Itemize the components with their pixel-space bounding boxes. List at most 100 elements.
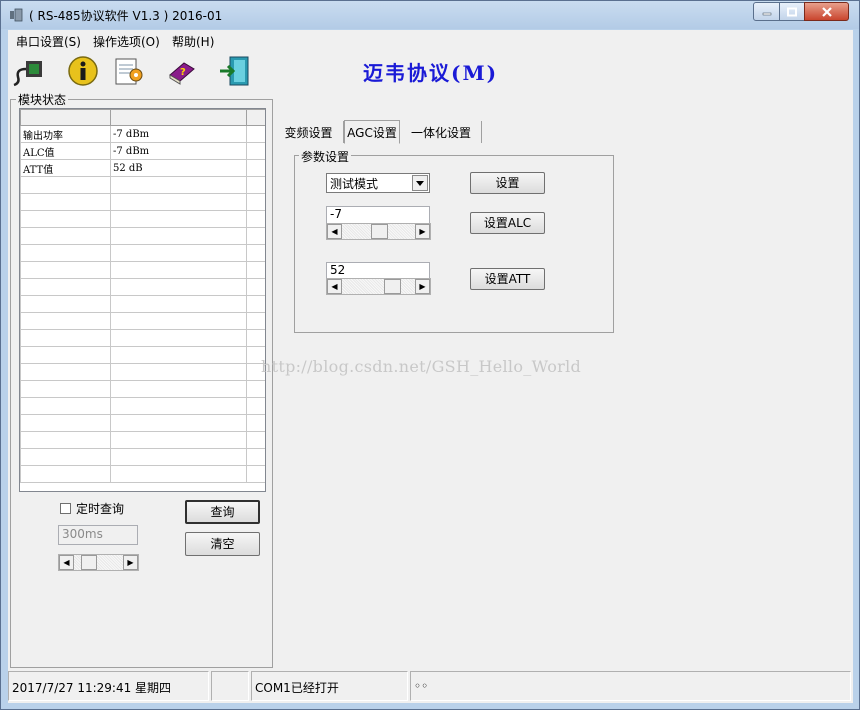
table-row[interactable]: [20, 346, 265, 364]
info-icon[interactable]: [66, 55, 100, 87]
att-scroll-thumb[interactable]: [384, 279, 401, 294]
scroll-right-icon[interactable]: ▶: [415, 279, 430, 294]
status-extra-cell: [246, 295, 265, 313]
client-area: 串口设置(S) 操作选项(O) 帮助(H) ? 迈韦协议(M) 模块状态 输出功…: [8, 30, 853, 703]
mode-select-value: 测试模式: [330, 177, 379, 191]
scroll-right-icon[interactable]: ▶: [415, 224, 430, 239]
status-datetime: 2017/7/27 11:29:41 星期四: [8, 671, 209, 701]
title-bar[interactable]: ( RS-485协议软件 V1.3 ) 2016-01: [1, 1, 859, 29]
status-name-cell: [20, 346, 111, 364]
grid-header-cell: [110, 109, 247, 126]
status-name-cell: [20, 295, 111, 313]
table-row[interactable]: [20, 176, 265, 194]
menu-help[interactable]: 帮助(H): [172, 33, 214, 50]
status-extra-cell: [246, 210, 265, 228]
dropdown-arrow-button[interactable]: [412, 175, 428, 191]
table-row[interactable]: [20, 261, 265, 279]
menu-serial-settings[interactable]: 串口设置(S): [16, 33, 81, 50]
scroll-left-icon[interactable]: ◀: [327, 224, 342, 239]
timed-query-checkbox[interactable]: [60, 503, 71, 514]
att-scrollbar[interactable]: ◀ ▶: [326, 278, 431, 295]
status-extra-cell: [246, 448, 265, 466]
interval-scrollbar[interactable]: ◀ ▶: [58, 554, 139, 571]
app-icon: [10, 8, 23, 22]
alc-value-input[interactable]: -7: [326, 206, 430, 224]
table-row[interactable]: 输出功率 -7 dBm: [20, 125, 265, 143]
alc-scroll-thumb[interactable]: [371, 224, 388, 239]
table-row[interactable]: [20, 397, 265, 415]
status-name-cell: [20, 210, 111, 228]
status-value-cell: [110, 193, 247, 211]
status-value-cell: [110, 448, 247, 466]
help-book-icon[interactable]: ?: [164, 55, 198, 87]
status-value-cell: [110, 244, 247, 262]
table-row[interactable]: [20, 295, 265, 313]
close-button[interactable]: [804, 2, 849, 21]
tab-integrated-settings[interactable]: 一体化设置: [401, 121, 482, 143]
table-row[interactable]: [20, 244, 265, 262]
status-extra-cell: [246, 125, 265, 143]
status-extra-cell: [246, 329, 265, 347]
interval-scroll-thumb[interactable]: [81, 555, 97, 570]
table-row[interactable]: ALC值 -7 dBm: [20, 142, 265, 160]
status-name-cell: ATT值: [20, 159, 111, 177]
status-value-cell: [110, 176, 247, 194]
svg-text:?: ?: [180, 67, 186, 78]
table-row[interactable]: [20, 363, 265, 381]
status-name-cell: [20, 397, 111, 415]
minimize-button[interactable]: [753, 2, 780, 21]
param-settings-label: 参数设置: [299, 148, 352, 165]
status-indicator: ◦◦: [410, 671, 851, 701]
table-row[interactable]: [20, 193, 265, 211]
tab-agc-settings[interactable]: AGC设置: [344, 120, 400, 144]
set-att-button[interactable]: 设置ATT: [470, 268, 545, 290]
table-row[interactable]: [20, 329, 265, 347]
status-extra-cell: [246, 397, 265, 415]
module-status-label: 模块状态: [16, 91, 69, 108]
table-row[interactable]: [20, 312, 265, 330]
status-extra-cell: [246, 380, 265, 398]
scroll-right-icon[interactable]: ▶: [123, 555, 138, 570]
table-row[interactable]: [20, 465, 265, 483]
maximize-button[interactable]: [779, 2, 805, 21]
status-value-cell: [110, 261, 247, 279]
table-row[interactable]: ATT值 52 dB: [20, 159, 265, 177]
clear-button[interactable]: 清空: [185, 532, 260, 556]
set-alc-button[interactable]: 设置ALC: [470, 212, 545, 234]
scroll-left-icon[interactable]: ◀: [327, 279, 342, 294]
status-value-cell: -7 dBm: [110, 142, 247, 160]
table-row[interactable]: [20, 448, 265, 466]
status-extra-cell: [246, 227, 265, 245]
scroll-left-icon[interactable]: ◀: [59, 555, 74, 570]
exit-door-icon[interactable]: [218, 55, 252, 87]
table-row[interactable]: [20, 227, 265, 245]
status-extra-cell: [246, 414, 265, 432]
grid-header-cell: [246, 109, 265, 126]
set-button[interactable]: 设置: [470, 172, 545, 194]
table-row[interactable]: [20, 380, 265, 398]
menu-operation-options[interactable]: 操作选项(O): [93, 33, 160, 50]
table-row[interactable]: [20, 210, 265, 228]
table-row[interactable]: [20, 278, 265, 296]
status-extra-cell: [246, 312, 265, 330]
serial-port-icon[interactable]: [12, 55, 46, 87]
toolbar: ? 迈韦协议(M): [8, 51, 853, 91]
settings-notepad-icon[interactable]: [112, 55, 146, 87]
status-name-cell: [20, 329, 111, 347]
interval-input[interactable]: 300ms: [58, 525, 138, 545]
query-button[interactable]: 查询: [185, 500, 260, 524]
status-extra-cell: [246, 465, 265, 483]
status-value-cell: [110, 465, 247, 483]
grid-header-cell: [20, 109, 111, 126]
status-name-cell: [20, 414, 111, 432]
status-value-cell: [110, 329, 247, 347]
status-value-cell: -7 dBm: [110, 125, 247, 143]
tab-frequency-conversion[interactable]: 变频设置: [274, 121, 344, 143]
alc-scrollbar[interactable]: ◀ ▶: [326, 223, 431, 240]
table-row[interactable]: [20, 431, 265, 449]
watermark-text: http://blog.csdn.net/GSH_Hello_World: [261, 357, 582, 376]
table-row[interactable]: [20, 414, 265, 432]
status-name-cell: [20, 380, 111, 398]
mode-select[interactable]: 测试模式: [326, 173, 430, 193]
status-value-cell: [110, 210, 247, 228]
